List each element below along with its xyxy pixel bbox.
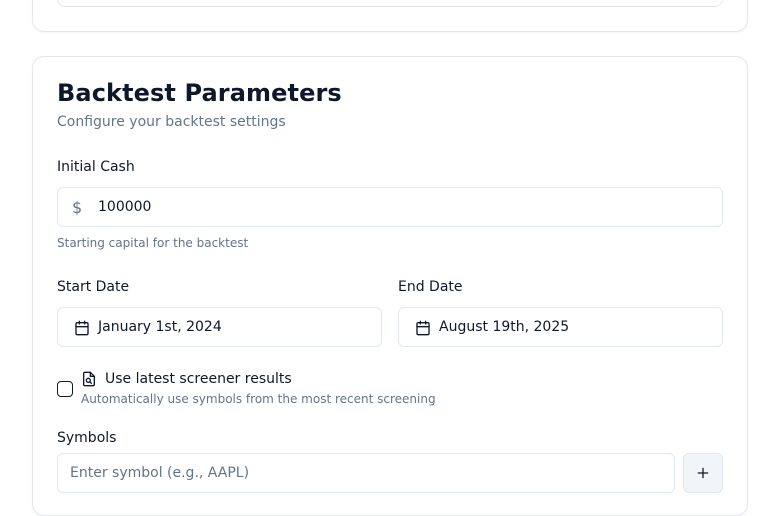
end-date-label: End Date: [398, 279, 463, 295]
end-date-value: August 19th, 2025: [439, 319, 570, 335]
add-symbol-button[interactable]: [683, 453, 723, 493]
initial-cash-input[interactable]: $ 100000: [57, 187, 723, 227]
calendar-icon: [75, 320, 89, 336]
card-subtitle: Configure your backtest settings: [57, 114, 286, 130]
symbols-label: Symbols: [57, 430, 117, 446]
previous-card-field: [57, 0, 723, 7]
symbol-input[interactable]: [57, 453, 675, 493]
plus-icon: [697, 467, 709, 479]
start-date-picker[interactable]: January 1st, 2024: [57, 307, 382, 347]
use-screener-checkbox[interactable]: [57, 381, 73, 397]
start-date-value: January 1st, 2024: [98, 319, 222, 335]
calendar-icon: [416, 320, 430, 336]
use-screener-label: Use latest screener results: [105, 371, 292, 387]
previous-card: [32, 0, 748, 32]
end-date-picker[interactable]: August 19th, 2025: [398, 307, 723, 347]
start-date-label: Start Date: [57, 279, 130, 295]
card-title: Backtest Parameters: [57, 79, 342, 107]
file-search-icon: [83, 371, 95, 387]
initial-cash-value: 100000: [98, 199, 152, 215]
backtest-parameters-card: Backtest Parameters Configure your backt…: [32, 56, 748, 516]
initial-cash-help: Starting capital for the backtest: [57, 236, 249, 250]
use-screener-help: Automatically use symbols from the most …: [81, 392, 436, 406]
dollar-icon: $: [72, 198, 83, 217]
initial-cash-label: Initial Cash: [57, 159, 135, 175]
